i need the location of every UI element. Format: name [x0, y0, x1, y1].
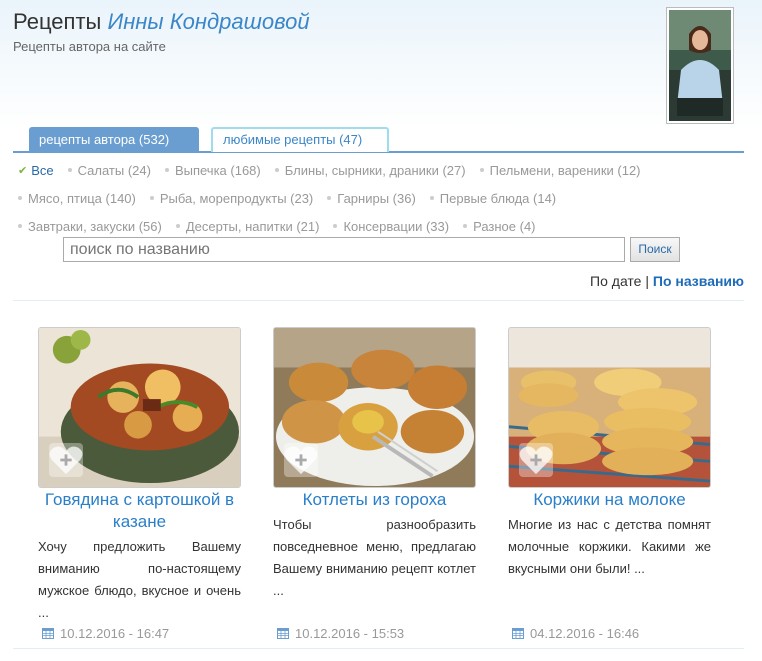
recipe-date-text: 10.12.2016 - 16:47	[60, 626, 170, 641]
calendar-icon	[512, 628, 524, 639]
recipe-description: Многие из нас с детства помнят молочные …	[508, 517, 711, 576]
tab-author-recipes[interactable]: рецепты автора (532)	[29, 127, 199, 152]
bullet-icon	[333, 224, 338, 228]
search-input[interactable]	[63, 237, 625, 262]
category-filter: ✔ Все Салаты (24) Выпечка (168) Блины, сы…	[18, 156, 748, 240]
category-label: Все	[31, 162, 54, 178]
category-label: Блины, сырники, драники (27)	[284, 162, 466, 178]
bullet-icon	[18, 196, 22, 200]
category-label: Завтраки, закуски (56)	[28, 218, 162, 234]
recipe-description: Хочу предложить Вашему вниманию по-насто…	[38, 539, 241, 620]
recipe-date-text: 04.12.2016 - 16:46	[530, 626, 640, 641]
category-label: Разное (4)	[473, 218, 536, 234]
recipe-card: Котлеты из гороха Чтобы разнообразить по…	[273, 327, 476, 641]
category-sides[interactable]: Гарниры (36)	[327, 191, 416, 206]
heart-plus-icon[interactable]	[519, 443, 553, 477]
bullet-icon	[67, 168, 72, 172]
recipe-date-text: 10.12.2016 - 15:53	[295, 626, 405, 641]
bullet-icon	[18, 224, 22, 228]
recipe-date: 04.12.2016 - 16:46	[512, 626, 639, 641]
category-label: Первые блюда (14)	[439, 190, 557, 206]
divider	[13, 648, 744, 649]
recipe-title[interactable]: Говядина с картошкой в казане	[38, 489, 241, 533]
recipe-card: Коржики на молоке Многие из нас с детств…	[508, 327, 711, 641]
recipe-image[interactable]	[38, 327, 241, 488]
category-label: Выпечка (168)	[174, 162, 261, 178]
divider	[13, 300, 744, 301]
sort-separator: |	[645, 273, 649, 289]
heart-plus-icon[interactable]	[284, 443, 318, 477]
recipe-description: Чтобы разнообразить повседневное меню, п…	[273, 517, 476, 598]
calendar-icon	[277, 628, 289, 639]
category-row: Завтраки, закуски (56) Десерты, напитки …	[18, 212, 748, 240]
category-desserts[interactable]: Десерты, напитки (21)	[175, 218, 320, 234]
category-preserves[interactable]: Консервации (33)	[333, 219, 449, 234]
bullet-icon	[463, 224, 468, 228]
recipe-tabs: рецепты автора (532) любимые рецепты (47…	[13, 127, 744, 153]
bullet-icon	[429, 196, 434, 200]
recipe-date: 10.12.2016 - 15:53	[277, 626, 404, 641]
search-button[interactable]: Поиск	[630, 237, 680, 262]
category-label: Пельмени, вареники (12)	[489, 162, 641, 178]
category-label: Рыба, морепродукты (23)	[159, 190, 314, 206]
calendar-icon	[42, 628, 54, 639]
category-breakfast[interactable]: Завтраки, закуски (56)	[18, 219, 162, 234]
bullet-icon	[274, 168, 279, 172]
recipe-image[interactable]	[273, 327, 476, 488]
category-label: Салаты (24)	[77, 162, 151, 178]
sort-controls: По дате | По названию	[590, 273, 744, 289]
bullet-icon	[164, 168, 169, 172]
category-row: Мясо, птица (140) Рыба, морепродукты (23…	[18, 184, 748, 212]
recipe-image[interactable]	[508, 327, 711, 488]
bullet-icon	[149, 196, 154, 200]
category-label: Консервации (33)	[343, 218, 450, 234]
page-subtitle: Рецепты автора на сайте	[13, 39, 166, 54]
avatar-photo	[669, 10, 731, 121]
recipe-date: 10.12.2016 - 16:47	[42, 626, 169, 641]
category-label: Десерты, напитки (21)	[185, 218, 320, 234]
bullet-icon	[479, 168, 484, 172]
recipe-card: Говядина с картошкой в казане Хочу предл…	[38, 327, 241, 641]
author-name[interactable]: Инны Кондрашовой	[107, 9, 309, 34]
category-all[interactable]: ✔ Все	[18, 163, 54, 178]
recipe-title[interactable]: Коржики на молоке	[508, 489, 711, 511]
category-salads[interactable]: Салаты (24)	[67, 162, 151, 178]
page-title: Рецепты Инны Кондрашовой	[13, 8, 310, 36]
category-row: ✔ Все Салаты (24) Выпечка (168) Блины, сы…	[18, 156, 748, 184]
checkmark-icon: ✔	[18, 164, 28, 177]
sort-by-date[interactable]: По дате	[590, 273, 641, 289]
sort-by-name[interactable]: По названию	[653, 273, 744, 289]
category-baking[interactable]: Выпечка (168)	[164, 162, 261, 178]
category-other[interactable]: Разное (4)	[463, 218, 536, 234]
bullet-icon	[327, 196, 332, 200]
heart-plus-icon[interactable]	[49, 443, 83, 477]
category-dumplings[interactable]: Пельмени, вареники (12)	[479, 162, 641, 178]
bullet-icon	[175, 224, 180, 228]
recipe-title[interactable]: Котлеты из гороха	[273, 489, 476, 511]
category-meat[interactable]: Мясо, птица (140)	[18, 191, 136, 206]
category-label: Мясо, птица (140)	[28, 190, 136, 206]
author-avatar[interactable]	[666, 7, 734, 124]
title-prefix: Рецепты	[13, 9, 108, 34]
category-pancakes[interactable]: Блины, сырники, драники (27)	[274, 162, 466, 178]
category-label: Гарниры (36)	[337, 190, 416, 206]
tab-favorite-recipes[interactable]: любимые рецепты (47)	[211, 127, 389, 152]
category-fish[interactable]: Рыба, морепродукты (23)	[149, 190, 314, 206]
category-soups[interactable]: Первые блюда (14)	[429, 190, 557, 206]
page-header: Рецепты Инны Кондрашовой Рецепты автора …	[13, 8, 310, 54]
